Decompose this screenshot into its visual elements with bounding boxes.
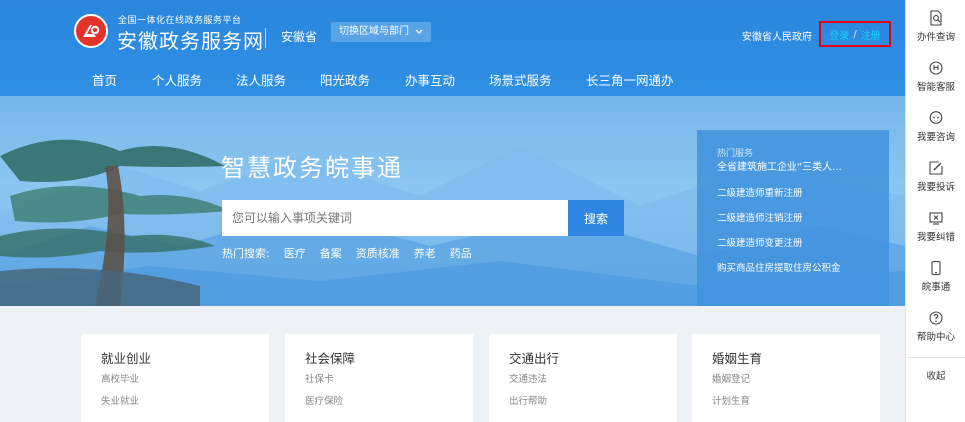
hot-search-term[interactable]: 备案	[320, 245, 342, 261]
auth-separator: /	[853, 28, 857, 40]
phone-icon	[931, 260, 941, 276]
category-card-transport[interactable]: 交通出行 交通违法 出行帮助	[489, 334, 677, 422]
category-link[interactable]: 高校毕业	[101, 373, 269, 395]
hot-services-title: 热门服务	[717, 149, 754, 159]
document-search-icon	[930, 10, 942, 26]
help-icon	[929, 311, 943, 325]
register-link[interactable]: 注册	[861, 27, 881, 42]
switch-region-button[interactable]: 切换区域与部门	[331, 22, 431, 42]
top-header: 全国一体化在线政务服务平台 安徽政务服务网 安徽省 切换区域与部门 安徽省人民政…	[0, 0, 905, 96]
login-link[interactable]: 登录	[829, 27, 849, 42]
site-logo[interactable]	[74, 14, 108, 48]
category-link[interactable]: 计划生育	[712, 395, 880, 417]
current-province: 安徽省	[281, 30, 318, 44]
sidebar-item-label: 我要纠错	[916, 232, 955, 243]
nav-item-yangtze-delta[interactable]: 长三角一网通办	[586, 72, 686, 90]
hero-title: 智慧政务皖事通	[221, 154, 403, 182]
nav-item-scenario[interactable]: 场景式服务	[489, 72, 586, 90]
sidebar-item-complaint[interactable]: 我要投诉	[906, 160, 965, 193]
category-card-employment[interactable]: 就业创业 高校毕业 失业就业	[81, 334, 269, 422]
category-title[interactable]: 交通出行	[509, 348, 677, 367]
chat-icon	[929, 111, 943, 124]
switch-region-label: 切换区域与部门	[339, 26, 409, 37]
nav-item-interaction[interactable]: 办事互动	[405, 72, 489, 90]
hot-search-label: 热门搜索:	[222, 247, 270, 260]
sidebar-item-label: 我要咨询	[916, 132, 955, 143]
sidebar-item-case-query[interactable]: 办件查询	[906, 10, 965, 43]
hot-search-row: 热门搜索: 医疗 备案 资质核准 养老 药品	[222, 245, 472, 261]
category-title[interactable]: 社会保障	[305, 348, 473, 367]
hot-service-link[interactable]: 全省建筑施工企业“三类人...	[717, 161, 889, 181]
robot-icon	[929, 61, 943, 75]
brand-divider	[265, 28, 266, 48]
edit-icon	[929, 161, 943, 175]
hero-banner: 智慧政务皖事通 搜索 热门搜索: 医疗 备案 资质核准 养老 药品 热门服务 全…	[0, 96, 905, 306]
hot-service-link[interactable]: 购买商品住房提取住房公积金	[717, 256, 889, 281]
hot-search-term[interactable]: 医疗	[284, 245, 306, 261]
right-sidebar: 办件查询 智能客服 我要咨询 我要投诉 我要纠错 皖事通 帮助中心 收起	[905, 0, 965, 422]
category-link[interactable]: 婚姻登记	[712, 373, 880, 395]
category-title[interactable]: 婚姻生育	[712, 348, 880, 367]
chevron-down-icon	[415, 29, 423, 34]
provincial-government-link[interactable]: 安徽省人民政府	[742, 28, 812, 43]
category-link[interactable]: 交通违法	[509, 373, 677, 395]
sidebar-item-help-center[interactable]: 帮助中心	[906, 310, 965, 343]
hot-search-term[interactable]: 养老	[414, 245, 436, 261]
sidebar-item-label: 帮助中心	[916, 332, 955, 343]
category-link[interactable]: 社保卡	[305, 373, 473, 395]
hot-service-link[interactable]: 二级建造师变更注册	[717, 231, 889, 256]
hot-search-term[interactable]: 资质核准	[356, 245, 400, 261]
category-link[interactable]: 出行帮助	[509, 395, 677, 417]
nav-item-home[interactable]: 首页	[92, 72, 152, 90]
nav-item-open-government[interactable]: 阳光政务	[320, 72, 405, 90]
sidebar-item-label: 智能客服	[916, 82, 955, 93]
nav-item-corporate[interactable]: 法人服务	[236, 72, 320, 90]
hot-service-link[interactable]: 二级建造师注销注册	[717, 206, 889, 231]
main-nav: 首页 个人服务 法人服务 阳光政务 办事互动 场景式服务 长三角一网通办	[92, 72, 686, 90]
category-section: 就业创业 高校毕业 失业就业 社会保障 社保卡 医疗保险 交通出行 交通违法 出…	[0, 306, 905, 422]
nav-item-personal[interactable]: 个人服务	[152, 72, 236, 90]
service-search-input[interactable]	[222, 200, 568, 236]
sidebar-item-consult[interactable]: 我要咨询	[906, 110, 965, 143]
category-link[interactable]: 失业就业	[101, 395, 269, 417]
search-button[interactable]: 搜索	[568, 200, 624, 236]
logo-mark-icon	[83, 25, 100, 37]
hot-services-panel: 热门服务 全省建筑施工企业“三类人... 二级建造师重新注册 二级建造师注销注册…	[697, 130, 889, 306]
page-root: 全国一体化在线政务服务平台 安徽政务服务网 安徽省 切换区域与部门 安徽省人民政…	[0, 0, 965, 422]
sidebar-item-label: 我要投诉	[916, 182, 955, 193]
sidebar-item-label: 皖事通	[921, 282, 951, 293]
category-card-marriage[interactable]: 婚姻生育 婚姻登记 计划生育	[692, 334, 880, 422]
sidebar-item-error-report[interactable]: 我要纠错	[906, 210, 965, 243]
hot-search-term[interactable]: 药品	[450, 245, 472, 261]
sidebar-item-smart-service[interactable]: 智能客服	[906, 60, 965, 93]
error-report-icon	[929, 212, 943, 225]
sidebar-item-label: 办件查询	[916, 32, 955, 43]
category-title[interactable]: 就业创业	[101, 348, 269, 367]
sidebar-collapse-button[interactable]: 收起	[906, 357, 965, 382]
sidebar-item-wanshitong[interactable]: 皖事通	[906, 260, 965, 293]
brand-title[interactable]: 安徽政务服务网	[117, 25, 264, 54]
auth-highlight-box: 登录 / 注册	[819, 21, 891, 47]
category-card-social-security[interactable]: 社会保障 社保卡 医疗保险	[285, 334, 473, 422]
hot-service-link[interactable]: 二级建造师重新注册	[717, 181, 889, 206]
category-link[interactable]: 医疗保险	[305, 395, 473, 417]
